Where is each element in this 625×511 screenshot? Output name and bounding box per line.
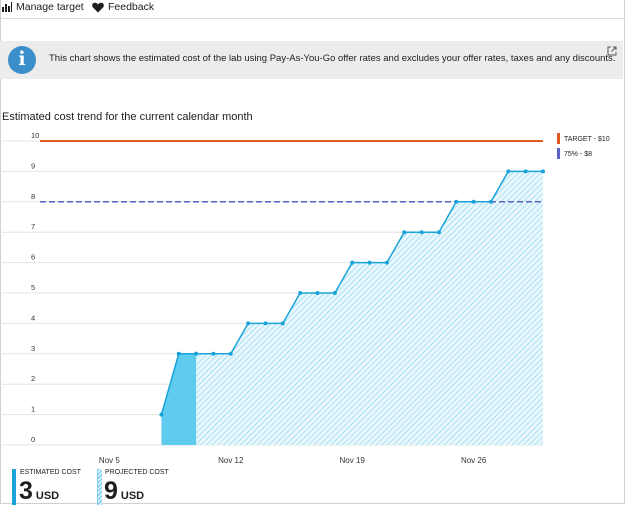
projected-cost-swatch bbox=[97, 469, 102, 505]
projected-cost-value-block: 9 USD bbox=[104, 476, 144, 511]
estimated-cost-value: 3 bbox=[19, 477, 33, 505]
feedback-label: Feedback bbox=[108, 1, 155, 13]
legend-swatch bbox=[557, 133, 560, 144]
projected-cost-unit: USD bbox=[120, 490, 145, 502]
projected-cost-point bbox=[384, 260, 389, 265]
estimated-cost-point bbox=[176, 351, 181, 356]
projected-cost-point bbox=[298, 291, 303, 295]
info-banner: i This chart shows the estimated cost of… bbox=[0, 41, 623, 79]
heart-icon bbox=[92, 2, 104, 13]
y-tick-label: 3 bbox=[31, 344, 35, 353]
external-link-icon[interactable] bbox=[607, 46, 617, 56]
projected-cost-point bbox=[488, 199, 493, 204]
estimated-cost-value-block: 3 USD bbox=[19, 476, 59, 511]
y-tick-label: 7 bbox=[31, 222, 35, 231]
legend-swatch bbox=[557, 148, 560, 159]
y-tick-label: 2 bbox=[31, 374, 35, 383]
projected-cost-point bbox=[194, 351, 199, 356]
y-tick-label: 4 bbox=[31, 313, 35, 322]
y-tick-label: 10 bbox=[31, 131, 39, 140]
x-tick-label: Nov 19 bbox=[340, 456, 366, 465]
y-tick-label: 9 bbox=[31, 161, 35, 170]
manage-target-label: Manage target bbox=[16, 1, 84, 13]
legend-label: TARGET - $10 bbox=[564, 136, 610, 143]
estimated-cost-point bbox=[159, 412, 164, 417]
estimated-cost-swatch bbox=[12, 469, 16, 505]
x-tick-label: Nov 5 bbox=[99, 456, 120, 465]
projected-cost-point bbox=[280, 321, 285, 326]
projected-cost-point bbox=[541, 169, 545, 174]
estimated-cost-area bbox=[161, 353, 197, 445]
projected-cost-point bbox=[350, 260, 355, 265]
projected-cost-point bbox=[471, 199, 476, 204]
projected-cost-point bbox=[263, 321, 268, 326]
legend-label: 75% - $8 bbox=[564, 151, 592, 158]
projected-cost-point bbox=[454, 199, 459, 204]
projected-cost-label: PROJECTED COST bbox=[105, 469, 169, 476]
projected-cost-point bbox=[211, 351, 216, 356]
projected-cost-point bbox=[506, 169, 511, 174]
projected-cost-point bbox=[246, 321, 251, 326]
projected-cost-point bbox=[402, 230, 407, 235]
estimated-cost-label: ESTIMATED COST bbox=[20, 469, 81, 476]
projected-cost-point bbox=[332, 291, 337, 295]
chart-title: Estimated cost trend for the current cal… bbox=[2, 111, 253, 123]
projected-cost-value: 9 bbox=[104, 477, 118, 505]
y-tick-label: 1 bbox=[31, 405, 35, 414]
y-tick-label: 8 bbox=[31, 192, 35, 201]
info-banner-text: This chart shows the estimated cost of t… bbox=[49, 53, 616, 64]
info-icon-glyph: i bbox=[18, 48, 26, 70]
projected-cost-point bbox=[228, 351, 233, 356]
y-tick-label: 6 bbox=[31, 253, 35, 262]
projected-cost-point bbox=[367, 260, 372, 265]
x-tick-label: Nov 26 bbox=[461, 456, 487, 465]
y-tick-label: 0 bbox=[31, 435, 35, 444]
projected-cost-point bbox=[523, 169, 528, 174]
projected-cost-area bbox=[196, 171, 543, 445]
x-tick-label: Nov 12 bbox=[218, 456, 244, 465]
projected-cost-point bbox=[315, 291, 320, 295]
feedback-button[interactable]: Feedback bbox=[92, 0, 154, 14]
y-tick-label: 5 bbox=[31, 283, 35, 292]
toolbar: Manage target Feedback bbox=[0, 0, 625, 19]
manage-target-button[interactable]: Manage target bbox=[2, 0, 84, 14]
cost-trend-chart: 0 1 2 3 4 5 6 7 8 9 10 Nov 5 Nov 12 Nov 19 Nov 26 TARGE… bbox=[0, 131, 610, 465]
info-icon: i bbox=[8, 46, 36, 74]
estimated-cost-unit: USD bbox=[35, 490, 60, 502]
projected-cost-point bbox=[436, 230, 441, 235]
bar-chart-icon bbox=[2, 2, 12, 12]
projected-cost-point bbox=[419, 230, 424, 235]
